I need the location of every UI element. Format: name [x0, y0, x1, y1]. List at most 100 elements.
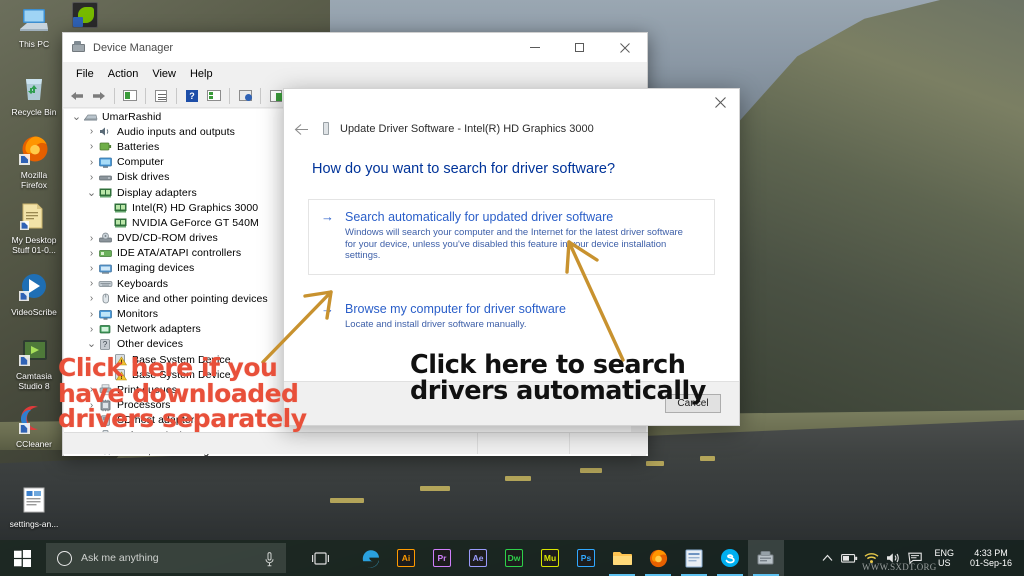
chevron-right-icon[interactable]: ›: [85, 126, 98, 137]
minimize-button[interactable]: [512, 33, 557, 63]
update-dialog-caption: Update Driver Software - Intel(R) HD Gra…: [340, 123, 594, 135]
taskbar-app-store[interactable]: [676, 540, 712, 576]
arrow-right-icon: →: [321, 210, 334, 224]
desktop-icon-mozilla-firefox[interactable]: Mozilla Firefox: [2, 135, 66, 190]
settings-file-icon: [18, 484, 50, 516]
chevron-down-icon[interactable]: ⌄: [85, 341, 98, 347]
chevron-down-icon[interactable]: ⌄: [85, 190, 98, 196]
close-icon[interactable]: [701, 90, 739, 115]
device-manager-menubar[interactable]: File Action View Help: [63, 63, 647, 84]
option-browse-computer[interactable]: → Browse my computer for driver software…: [308, 291, 715, 344]
svg-text:?: ?: [103, 340, 108, 349]
chevron-right-icon[interactable]: ›: [85, 233, 98, 244]
chevron-down-icon[interactable]: ⌄: [70, 114, 83, 120]
option-title[interactable]: Browse my computer for driver software: [345, 302, 702, 317]
edge-icon: [360, 548, 381, 569]
clock[interactable]: 4:33 PM 01-Sep-16: [962, 548, 1020, 568]
properties-icon[interactable]: [151, 86, 171, 106]
audio-icon: [98, 125, 113, 138]
taskbar-app-adobe-dreamweaver[interactable]: Dw: [496, 540, 532, 576]
device-manager-titlebar[interactable]: Device Manager: [63, 33, 647, 63]
search-input[interactable]: Ask me anything: [46, 543, 286, 573]
show-hidden-icon[interactable]: [120, 86, 140, 106]
toolbar-separator: [114, 88, 115, 104]
view-devices-icon[interactable]: [204, 86, 224, 106]
chevron-right-icon[interactable]: ›: [85, 293, 98, 304]
taskbar-app-adobe-illustrator[interactable]: Ai: [388, 540, 424, 576]
chevron-right-icon[interactable]: ›: [85, 309, 98, 320]
option-search-automatically[interactable]: → Search automatically for updated drive…: [308, 199, 715, 275]
ide-icon: [98, 247, 113, 260]
taskbar-app-adobe-premiere[interactable]: Pr: [424, 540, 460, 576]
chevron-right-icon[interactable]: ›: [85, 324, 98, 335]
annotation-right-text: Click here to search drivers automatical…: [410, 352, 706, 404]
device-tree-item-label: DVD/CD-ROM drives: [117, 232, 218, 244]
desktop-icon-label: This PC: [19, 39, 49, 49]
pc-icon: [83, 110, 98, 123]
device-tree-item-label: UmarRashid: [102, 111, 161, 123]
desktop-icon-recycle-bin[interactable]: Recycle Bin: [2, 72, 66, 117]
forward-arrow-icon[interactable]: [89, 86, 109, 106]
close-button[interactable]: [602, 33, 647, 63]
annotation-left-text: Click here if you have downloaded driver…: [58, 355, 307, 432]
desktop-icon-settings-an[interactable]: settings-an...: [2, 484, 66, 529]
menu-action[interactable]: Action: [101, 66, 146, 82]
taskbar-app-adobe-after-effects[interactable]: Ae: [460, 540, 496, 576]
taskbar-app-edge[interactable]: [352, 540, 388, 576]
task-view-button[interactable]: [302, 540, 338, 576]
taskbar-app-skype[interactable]: [712, 540, 748, 576]
microphone-icon[interactable]: [265, 552, 274, 572]
imaging-icon: [98, 262, 113, 275]
device-manager-statusbar: [64, 432, 648, 454]
desktop-icon-ccleaner[interactable]: CCleaner: [2, 404, 66, 449]
taskbar-app-device-manager[interactable]: [748, 540, 784, 576]
back-arrow-icon[interactable]: [290, 118, 312, 140]
help-icon[interactable]: ?: [182, 86, 202, 106]
display-adapter-icon: [113, 216, 128, 229]
network-icon: [98, 323, 113, 336]
device-manager-title: Device Manager: [93, 42, 173, 54]
toolbar-separator: [260, 88, 261, 104]
device-tree-item-label: Network adapters: [117, 323, 201, 335]
arrow-right-icon: →: [321, 302, 334, 316]
update-dialog-titlebar[interactable]: [284, 89, 739, 115]
chevron-right-icon[interactable]: ›: [85, 248, 98, 259]
taskbar-app-firefox[interactable]: [640, 540, 676, 576]
toolbar-separator: [229, 88, 230, 104]
chevron-right-icon[interactable]: ›: [85, 263, 98, 274]
update-dialog-header: Update Driver Software - Intel(R) HD Gra…: [284, 115, 739, 139]
menu-help[interactable]: Help: [183, 66, 220, 82]
language-line-1: ENG: [934, 548, 954, 558]
videoscribe-icon: [18, 272, 50, 304]
desktop-icon-label: Mozilla Firefox: [21, 170, 47, 190]
battery-icon[interactable]: [838, 540, 860, 576]
desktop-icon-camtasia-studio-8[interactable]: Camtasia Studio 8: [2, 336, 66, 391]
chevron-right-icon[interactable]: ›: [85, 141, 98, 152]
option-title[interactable]: Search automatically for updated driver …: [345, 210, 702, 225]
desktop-icon-label: VideoScribe: [11, 307, 57, 317]
windows-start-icon: [14, 550, 31, 567]
back-arrow-icon[interactable]: [67, 86, 87, 106]
start-button[interactable]: [0, 540, 44, 576]
taskbar-app-file-explorer[interactable]: [604, 540, 640, 576]
menu-file[interactable]: File: [69, 66, 101, 82]
mouse-icon: [98, 292, 113, 305]
chevron-right-icon[interactable]: ›: [85, 172, 98, 183]
maximize-button[interactable]: [557, 33, 602, 63]
device-tree-item-label: IDE ATA/ATAPI controllers: [117, 247, 241, 259]
chevron-right-icon[interactable]: ›: [85, 278, 98, 289]
display-adapter-icon: [98, 186, 113, 199]
taskbar-app-adobe-photoshop[interactable]: Ps: [568, 540, 604, 576]
desktop-icon-my-desktop-stuff[interactable]: My Desktop Stuff 01-0...: [2, 200, 66, 255]
toolbar-separator: [145, 88, 146, 104]
taskbar-app-adobe-muse[interactable]: Mu: [532, 540, 568, 576]
desktop-icon-nvidia[interactable]: [68, 2, 102, 31]
scan-hardware-icon[interactable]: [235, 86, 255, 106]
nvidia-icon: [72, 2, 98, 28]
task-view-icon: [311, 552, 330, 565]
menu-view[interactable]: View: [145, 66, 183, 82]
desktop-icon-this-pc[interactable]: This PC: [2, 4, 66, 49]
show-hidden-icons-chevron[interactable]: [816, 540, 838, 576]
chevron-right-icon[interactable]: ›: [85, 157, 98, 168]
desktop-icon-videoscribe[interactable]: VideoScribe: [2, 272, 66, 317]
